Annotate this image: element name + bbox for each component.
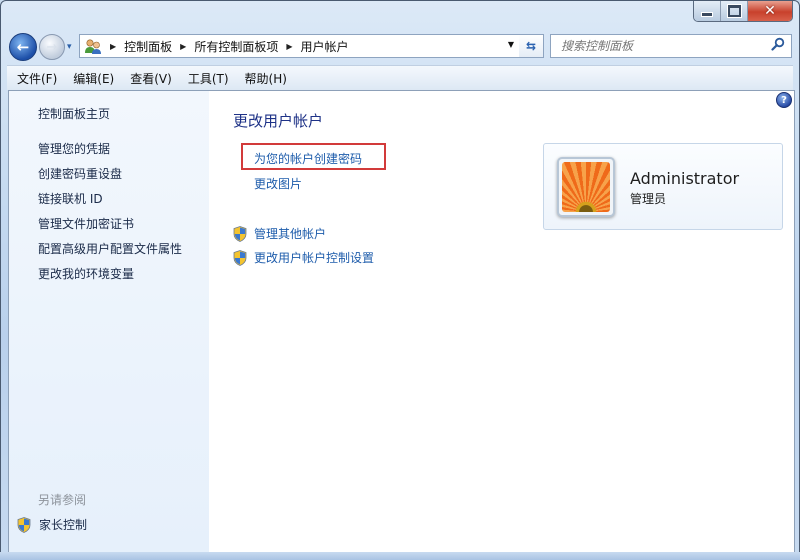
sidebar-link-parental-controls[interactable]: 家长控制: [17, 516, 87, 533]
breadcrumb-separator[interactable]: ▶: [286, 42, 292, 51]
navigation-buttons: ← → ▾: [9, 33, 72, 61]
back-button[interactable]: ←: [9, 33, 37, 61]
breadcrumb-control-panel[interactable]: 控制面板: [124, 38, 172, 55]
arrow-right-icon: →: [46, 39, 58, 55]
maximize-icon: [727, 5, 741, 17]
user-name: Administrator: [630, 169, 740, 188]
user-accounts-icon: [84, 38, 102, 54]
menu-view[interactable]: 查看(V): [124, 70, 178, 87]
sidebar-link-manage-credentials[interactable]: 管理您的凭据: [38, 140, 110, 157]
user-role: 管理员: [630, 192, 667, 206]
menu-tools[interactable]: 工具(T): [182, 70, 235, 87]
task-manage-other-accounts[interactable]: 管理其他帐户: [233, 225, 326, 242]
menu-help[interactable]: 帮助(H): [239, 70, 293, 87]
close-button[interactable]: ✕: [748, 1, 792, 21]
page-title: 更改用户帐户: [233, 112, 324, 130]
manage-other-accounts-label: 管理其他帐户: [254, 227, 327, 241]
breadcrumb-all-items[interactable]: 所有控制面板项: [194, 38, 278, 55]
menu-bar: 文件(F) 编辑(E) 查看(V) 工具(T) 帮助(H): [7, 65, 793, 90]
breadcrumb-separator[interactable]: ▶: [110, 42, 116, 51]
search-box[interactable]: [550, 34, 792, 58]
address-bar[interactable]: ▶ 控制面板 ▶ 所有控制面板项 ▶ 用户帐户 ▼: [79, 34, 521, 58]
content-area: 控制面板主页 管理您的凭据 创建密码重设盘 链接联机 ID 管理文件加密证书 配…: [8, 90, 795, 554]
minimize-button[interactable]: [694, 1, 721, 21]
search-icon[interactable]: [771, 37, 785, 55]
uac-shield-icon: [233, 225, 247, 242]
help-button[interactable]: ?: [776, 92, 792, 108]
forward-button[interactable]: →: [39, 34, 65, 60]
breadcrumb-separator[interactable]: ▶: [180, 42, 186, 51]
sidebar-link-profile-properties[interactable]: 配置高级用户配置文件属性: [38, 240, 182, 257]
refresh-icon: ⇆: [525, 39, 537, 53]
uac-settings-label: 更改用户帐户控制设置: [254, 251, 375, 265]
breadcrumb-user-accounts[interactable]: 用户帐户: [301, 38, 349, 55]
flower-picture-icon: [562, 162, 610, 212]
menu-file[interactable]: 文件(F): [11, 70, 63, 87]
task-change-picture[interactable]: 更改图片: [254, 175, 302, 192]
menu-edit[interactable]: 编辑(E): [67, 70, 120, 87]
search-input[interactable]: [559, 38, 763, 54]
maximize-button[interactable]: [721, 1, 748, 21]
sidebar-link-online-id[interactable]: 链接联机 ID: [38, 190, 103, 207]
minimize-icon: [701, 11, 713, 17]
task-create-password[interactable]: 为您的帐户创建密码: [254, 150, 362, 167]
sidebar-link-encryption-certs[interactable]: 管理文件加密证书: [38, 215, 134, 232]
user-account-card: Administrator 管理员: [543, 143, 783, 230]
parental-controls-label: 家长控制: [39, 518, 88, 532]
see-also-heading: 另请参阅: [38, 493, 87, 507]
task-uac-settings[interactable]: 更改用户帐户控制设置: [233, 249, 374, 266]
sidebar-link-password-reset-disk[interactable]: 创建密码重设盘: [38, 165, 122, 182]
help-icon: ?: [781, 94, 787, 106]
sidebar: 控制面板主页 管理您的凭据 创建密码重设盘 链接联机 ID 管理文件加密证书 配…: [9, 91, 209, 553]
uac-shield-icon: [233, 249, 247, 266]
address-dropdown-icon[interactable]: ▼: [508, 40, 514, 49]
avatar[interactable]: [557, 157, 615, 217]
control-panel-window: ✕ ← → ▾ ▶ 控制面板 ▶ 所有控制面板项 ▶ 用户帐户 ▼ ⇆ 文件(F…: [0, 0, 800, 560]
sidebar-link-environment-variables[interactable]: 更改我的环境变量: [38, 265, 134, 282]
recent-pages-dropdown[interactable]: ▾: [67, 42, 72, 52]
window-bottom-border: [0, 552, 800, 560]
sidebar-link-control-panel-home[interactable]: 控制面板主页: [38, 105, 110, 122]
arrow-left-icon: ←: [16, 38, 30, 56]
uac-shield-icon: [17, 516, 31, 533]
caption-buttons: ✕: [693, 1, 793, 22]
refresh-button[interactable]: ⇆: [519, 34, 544, 58]
close-icon: ✕: [764, 3, 776, 19]
